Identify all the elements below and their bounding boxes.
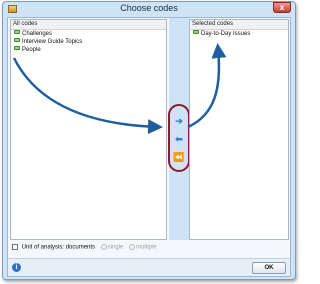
unit-of-analysis-label: Unit of analysis: documents	[21, 244, 96, 251]
code-icon	[14, 38, 20, 43]
code-icon	[193, 30, 199, 35]
code-icon	[14, 46, 20, 51]
window-title: Choose codes	[120, 3, 178, 13]
info-icon[interactable]: i	[12, 263, 21, 272]
list-item-people[interactable]: People	[11, 46, 166, 54]
unit-of-analysis-row: Unit of analysis: documents single multi…	[12, 244, 157, 251]
arrow-left-icon: ⬅	[175, 134, 183, 144]
remove-selected-button[interactable]: ⬅	[173, 133, 185, 145]
list-item-challenges[interactable]: Challenges	[11, 30, 166, 38]
list-item-label: Challenges	[22, 31, 53, 37]
unit-of-analysis-checkbox[interactable]	[12, 244, 18, 250]
close-button[interactable]: x	[273, 2, 291, 13]
selected-codes-panel: Selected codes Day-to-Day Issues	[189, 19, 289, 240]
code-icon	[14, 30, 20, 35]
arrow-right-icon: ➔	[175, 116, 183, 126]
multiple-label: multiple	[136, 244, 157, 251]
dialog-footer: i OK	[8, 258, 290, 276]
arrow-double-left-icon: ⏪	[173, 152, 185, 162]
add-selected-button[interactable]: ➔	[173, 115, 185, 127]
remove-all-button[interactable]: ⏪	[173, 151, 185, 163]
choose-codes-dialog: Choose codes x All codes Challenges Inte…	[2, 1, 296, 280]
title-bar: Choose codes x	[3, 2, 295, 16]
all-codes-panel: All codes Challenges Interview Guide Top…	[10, 19, 167, 240]
list-item-interview-guide-topics[interactable]: Interview Guide Topics	[11, 38, 166, 46]
list-item-day-to-day-issues[interactable]: Day-to-Day Issues	[190, 30, 288, 38]
single-radio[interactable]	[100, 244, 107, 250]
selected-codes-header: Selected codes	[190, 20, 288, 30]
dialog-client-area: All codes Challenges Interview Guide Top…	[7, 17, 291, 277]
list-item-label: People	[22, 47, 41, 53]
list-item-label: Day-to-Day Issues	[201, 31, 251, 37]
ok-button[interactable]: OK	[252, 262, 286, 274]
list-item-label: Interview Guide Topics	[22, 39, 83, 45]
all-codes-header: All codes	[11, 20, 166, 30]
single-label: single	[107, 244, 124, 251]
multiple-radio[interactable]	[129, 244, 136, 250]
